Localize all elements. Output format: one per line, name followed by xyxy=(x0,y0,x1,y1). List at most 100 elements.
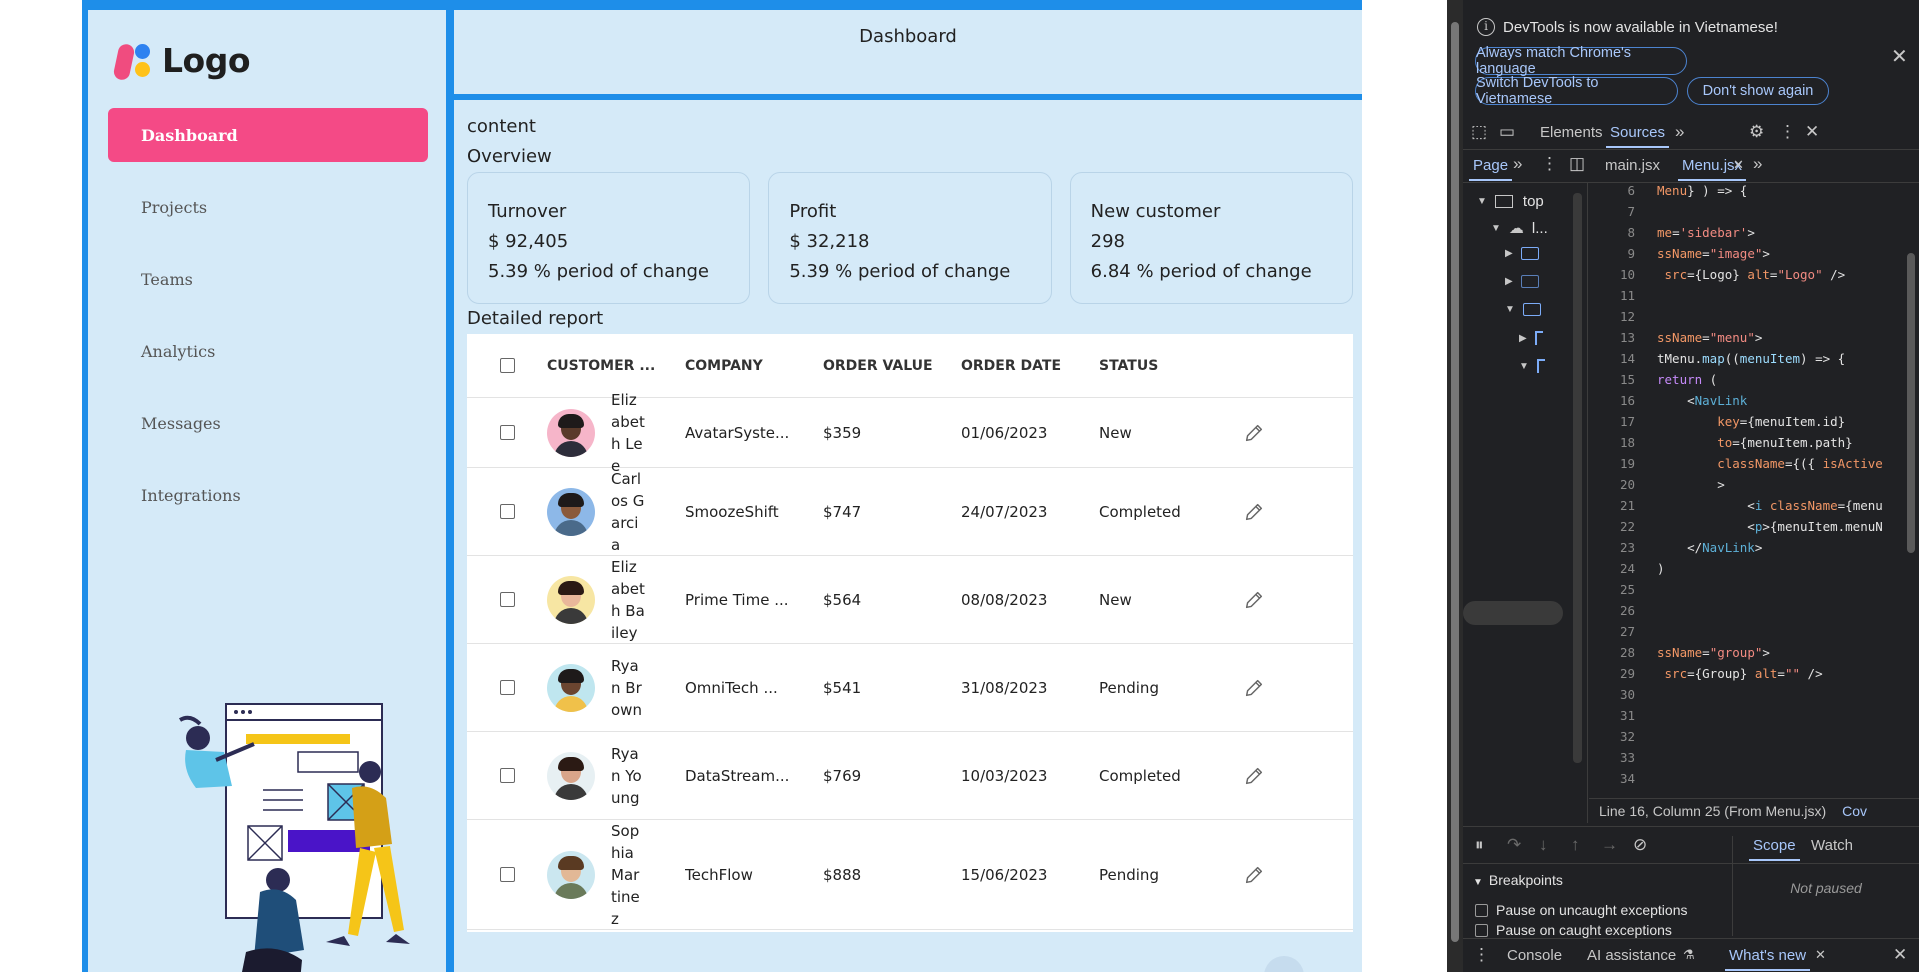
edit-pencil-icon[interactable] xyxy=(1243,422,1265,444)
sidebar-item-integrations[interactable]: Integrations xyxy=(108,468,428,522)
editor-vertical-scrollbar[interactable] xyxy=(1907,253,1915,553)
drawer-menu-icon[interactable]: ⋮ xyxy=(1473,945,1490,965)
table-row[interactable]: Carlos Garcia SmoozeShift $747 24/07/2023 Co… xyxy=(467,468,1353,556)
breakpoints-header[interactable]: ▼ Breakpoints xyxy=(1473,872,1563,888)
column-header-order-value[interactable]: ORDER VALUE xyxy=(823,358,961,374)
edit-pencil-icon[interactable] xyxy=(1243,677,1265,699)
always-match-language-button[interactable]: Always match Chrome's language xyxy=(1475,45,1687,77)
dont-show-again-button[interactable]: Don't show again xyxy=(1687,77,1829,105)
tab-sources[interactable]: Sources xyxy=(1605,124,1670,148)
customer-cell: Elizabeth Bailey xyxy=(547,556,685,644)
detailed-report-heading: Detailed report xyxy=(467,308,604,329)
close-file-tab-icon[interactable]: ✕ xyxy=(1733,157,1744,173)
select-all-checkbox[interactable] xyxy=(499,358,515,373)
column-header-customer[interactable]: CUSTOMER ... xyxy=(547,358,685,374)
table-row[interactable]: Ryan Brown OmniTech ... $541 31/08/2023 Pend… xyxy=(467,644,1353,732)
column-header-status[interactable]: STATUS xyxy=(1099,358,1237,374)
step-out-icon[interactable]: ↑ xyxy=(1571,835,1580,855)
row-checkbox[interactable] xyxy=(499,867,515,882)
overview-heading: Overview xyxy=(467,146,552,167)
tab-file-main[interactable]: main.jsx xyxy=(1605,157,1660,174)
row-checkbox[interactable] xyxy=(499,680,515,695)
tree-scrollbar[interactable] xyxy=(1463,601,1563,625)
table-row[interactable]: Elizabeth Bailey Prime Time ... $564 08/08/… xyxy=(467,556,1353,644)
turnover-card: Turnover $ 92,405 5.39 % period of chang… xyxy=(467,172,751,304)
status-cell: Completed xyxy=(1099,766,1181,785)
sidebar-item-messages[interactable]: Messages xyxy=(108,396,428,450)
card-value: $ 92,405 xyxy=(488,231,569,252)
table-row[interactable]: Ryan Young DataStream... $769 10/03/2023 Com… xyxy=(467,732,1353,820)
tab-whats-new[interactable]: What's new xyxy=(1724,947,1811,971)
tab-elements[interactable]: Elements xyxy=(1540,124,1603,141)
close-infobar-icon[interactable]: ✕ xyxy=(1891,44,1908,69)
tree-folder[interactable]: ▶ xyxy=(1505,275,1539,288)
tree-vertical-scrollbar[interactable] xyxy=(1573,193,1582,763)
sidebar-item-dashboard[interactable]: Dashboard xyxy=(108,108,428,162)
scroll-button[interactable] xyxy=(1264,956,1304,972)
company-cell: SmoozeShift xyxy=(685,502,779,521)
step-over-icon[interactable]: ↷ xyxy=(1507,835,1521,855)
tree-file[interactable]: ▶ xyxy=(1519,331,1543,345)
edit-pencil-icon[interactable] xyxy=(1243,589,1265,611)
settings-gear-icon[interactable]: ⚙ xyxy=(1749,122,1764,142)
table-row[interactable]: Sophia Martinez TechFlow $888 15/06/2023 Pen… xyxy=(467,820,1353,930)
toggle-navigator-icon[interactable]: ◫ xyxy=(1569,154,1585,174)
table-row[interactable]: Elizabeth Lee AvatarSyste... $359 01/06/202… xyxy=(467,391,1353,475)
column-header-order-date[interactable]: ORDER DATE xyxy=(961,358,1099,374)
tree-file[interactable]: ▼ xyxy=(1519,359,1545,373)
pause-uncaught-option[interactable]: Pause on uncaught exceptions xyxy=(1475,902,1687,918)
close-whats-new-icon[interactable]: ✕ xyxy=(1815,947,1826,963)
row-checkbox[interactable] xyxy=(499,768,515,783)
edit-pencil-icon[interactable] xyxy=(1243,864,1265,886)
card-change: 5.39 % period of change xyxy=(789,261,1011,282)
devtools-panel: i DevTools is now available in Vietnames… xyxy=(1447,0,1919,972)
page-scrollbar[interactable] xyxy=(1447,0,1463,972)
edit-pencil-icon[interactable] xyxy=(1243,765,1265,787)
row-checkbox[interactable] xyxy=(499,504,515,519)
inspect-element-icon[interactable]: ⬚ xyxy=(1471,122,1487,142)
device-toolbar-icon[interactable]: ▭ xyxy=(1499,122,1515,142)
logo[interactable]: Logo xyxy=(112,38,251,82)
coverage-link[interactable]: Cov xyxy=(1842,803,1867,819)
step-into-icon[interactable]: ↓ xyxy=(1539,835,1548,855)
edit-pencil-icon[interactable] xyxy=(1243,501,1265,523)
tab-page[interactable]: Page xyxy=(1468,157,1513,181)
order-value-cell: $888 xyxy=(823,865,862,884)
tree-item-top[interactable]: ▼ top xyxy=(1477,193,1544,210)
infobar-message: DevTools is now available in Vietnamese! xyxy=(1503,19,1778,36)
step-icon[interactable]: → xyxy=(1601,835,1618,855)
sidebar-item-teams[interactable]: Teams xyxy=(108,252,428,306)
more-options-icon[interactable]: ⋮ xyxy=(1779,122,1796,142)
row-checkbox[interactable] xyxy=(499,592,515,607)
close-devtools-icon[interactable]: ✕ xyxy=(1805,122,1819,142)
tab-ai-assistance[interactable]: AI assistance xyxy=(1587,947,1676,964)
tree-item-origin[interactable]: ▼ ☁ l... xyxy=(1491,219,1548,238)
sources-navbar: Page » ⋮ ◫ main.jsx Menu.jsx ✕ » xyxy=(1463,151,1919,183)
breakpoints-section: ▼ Breakpoints Pause on uncaught exception… xyxy=(1463,866,1731,938)
more-files-icon[interactable]: » xyxy=(1753,154,1762,174)
deactivate-breakpoints-icon[interactable]: ⊘ xyxy=(1633,835,1647,855)
pause-resume-icon[interactable]: ⏸ xyxy=(1475,835,1484,855)
order-value-cell: $564 xyxy=(823,590,862,609)
more-tabs-icon[interactable]: » xyxy=(1675,122,1684,142)
tree-folder[interactable]: ▶ xyxy=(1505,247,1539,260)
navigator-menu-icon[interactable]: ⋮ xyxy=(1541,154,1558,174)
tree-folder[interactable]: ▼ xyxy=(1505,303,1541,316)
report-table: CUSTOMER ... COMPANY ORDER VALUE ORDER D… xyxy=(467,334,1353,932)
card-title: Turnover xyxy=(488,201,567,222)
sidebar-item-analytics[interactable]: Analytics xyxy=(108,324,428,378)
main-header: Dashboard xyxy=(454,10,1362,94)
sidebar-item-projects[interactable]: Projects xyxy=(108,180,428,234)
pause-caught-option[interactable]: Pause on caught exceptions xyxy=(1475,922,1672,938)
code-editor[interactable]: 6 Menu} ) => { 7 8 me='sidebar'> 9 ssName="… xyxy=(1589,183,1919,783)
more-navigators-icon[interactable]: » xyxy=(1513,154,1522,174)
switch-to-vietnamese-button[interactable]: Switch DevTools to Vietnamese xyxy=(1475,75,1678,107)
company-cell: OmniTech ... xyxy=(685,678,778,697)
close-drawer-icon[interactable]: ✕ xyxy=(1893,945,1907,965)
column-header-company[interactable]: COMPANY xyxy=(685,358,823,374)
row-checkbox[interactable] xyxy=(499,425,515,440)
card-change: 5.39 % period of change xyxy=(488,261,710,282)
logo-text: Logo xyxy=(162,40,251,80)
card-value: 298 xyxy=(1090,231,1126,252)
tab-console[interactable]: Console xyxy=(1507,947,1562,964)
